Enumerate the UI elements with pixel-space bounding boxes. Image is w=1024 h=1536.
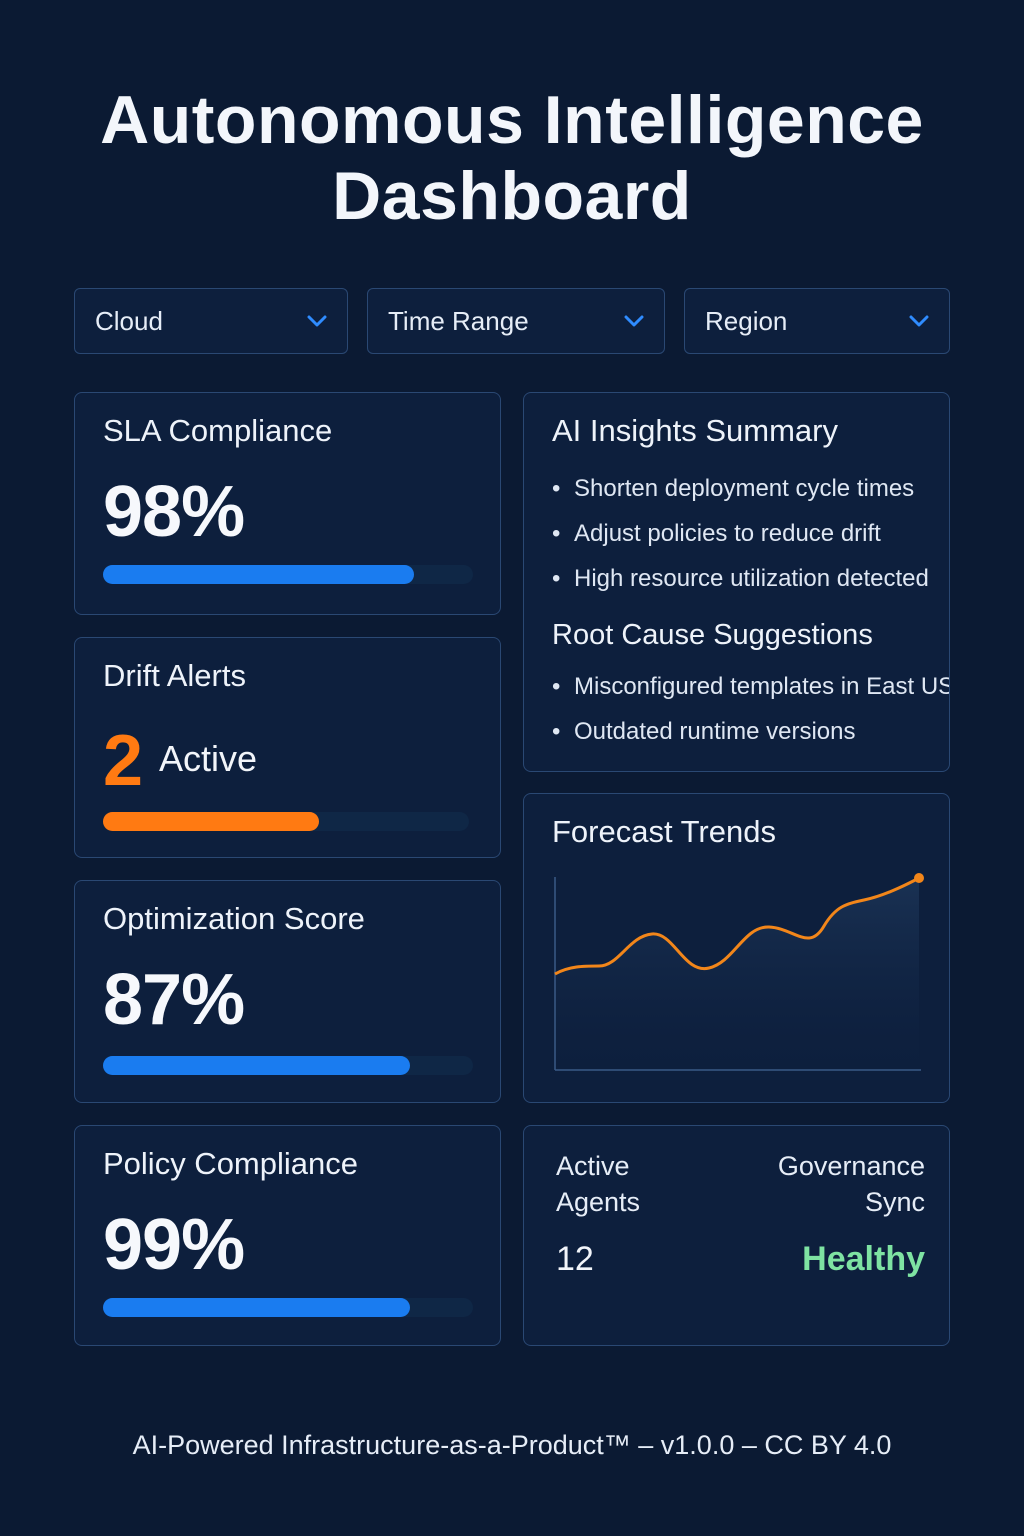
- governance-sync-label-line2: Sync: [864, 1187, 925, 1217]
- sla-compliance-title: SLA Compliance: [103, 413, 333, 448]
- ai-insights-list: Shorten deployment cycle times Adjust po…: [552, 466, 929, 601]
- policy-progress-track: [103, 1298, 473, 1317]
- optimization-progress-fill: [103, 1056, 411, 1075]
- time-range-filter-dropdown[interactable]: Time Range: [367, 288, 665, 354]
- drift-progress-track: [103, 812, 469, 831]
- page-title: Autonomous Intelligence Dashboard: [0, 82, 1024, 234]
- optimization-score-title: Optimization Score: [103, 901, 365, 936]
- active-agents-value: 12: [556, 1240, 594, 1278]
- region-filter-label: Region: [705, 305, 788, 336]
- chevron-down-icon: [909, 315, 929, 327]
- time-range-filter-label: Time Range: [388, 305, 529, 336]
- forecast-area: [555, 878, 919, 1070]
- footer-text: AI-Powered Infrastructure-as-a-Product™ …: [132, 1430, 892, 1460]
- region-filter-dropdown[interactable]: Region: [684, 288, 950, 354]
- chevron-down-icon: [307, 315, 327, 327]
- forecast-end-point: [914, 873, 924, 883]
- governance-sync-label-line1: Governance: [777, 1151, 925, 1181]
- optimization-score-value: 87%: [103, 960, 245, 1040]
- status-card: Active Agents 12 Governance Sync Healthy: [523, 1125, 950, 1346]
- ai-insights-card: AI Insights Summary Shorten deployment c…: [523, 392, 950, 772]
- optimization-progress-track: [103, 1056, 473, 1075]
- forecast-chart: [554, 873, 924, 1071]
- list-item: Misconfigured templates in East US: [552, 664, 949, 709]
- drift-alerts-status: Active: [159, 738, 258, 779]
- forecast-trends-card: Forecast Trends: [523, 793, 950, 1103]
- governance-sync-label: Governance Sync: [778, 1148, 925, 1220]
- policy-progress-fill: [103, 1298, 411, 1317]
- sla-compliance-value: 98%: [103, 472, 245, 552]
- root-cause-list: Misconfigured templates in East US Outda…: [552, 664, 949, 754]
- sla-progress-track: [103, 565, 473, 584]
- active-agents-label-line2: Agents: [556, 1187, 641, 1217]
- drift-alerts-title: Drift Alerts: [103, 658, 246, 693]
- sla-compliance-card: SLA Compliance 98%: [74, 392, 501, 615]
- governance-sync-status: Healthy: [802, 1240, 925, 1278]
- active-agents-label: Active Agents: [556, 1148, 640, 1220]
- list-item: Outdated runtime versions: [552, 709, 949, 754]
- cloud-filter-dropdown[interactable]: Cloud: [74, 288, 348, 354]
- policy-compliance-card: Policy Compliance 99%: [74, 1125, 501, 1346]
- root-cause-title: Root Cause Suggestions: [552, 619, 873, 651]
- cloud-filter-label: Cloud: [95, 305, 163, 336]
- list-item: High resource utilization detected: [552, 556, 929, 601]
- optimization-score-card: Optimization Score 87%: [74, 880, 501, 1103]
- page-title-line1: Autonomous Intelligence: [100, 82, 924, 158]
- drift-progress-fill: [103, 812, 319, 831]
- drift-alerts-count: 2: [103, 721, 144, 801]
- list-item: Shorten deployment cycle times: [552, 466, 929, 511]
- ai-insights-title: AI Insights Summary: [552, 413, 838, 448]
- page-title-line2: Dashboard: [332, 158, 692, 234]
- chevron-down-icon: [624, 315, 644, 327]
- list-item: Adjust policies to reduce drift: [552, 511, 929, 556]
- active-agents-label-line1: Active: [556, 1151, 630, 1181]
- policy-compliance-title: Policy Compliance: [103, 1146, 358, 1181]
- drift-alerts-card: Drift Alerts 2 Active: [74, 637, 501, 858]
- policy-compliance-value: 99%: [103, 1205, 245, 1285]
- sla-progress-fill: [103, 565, 414, 584]
